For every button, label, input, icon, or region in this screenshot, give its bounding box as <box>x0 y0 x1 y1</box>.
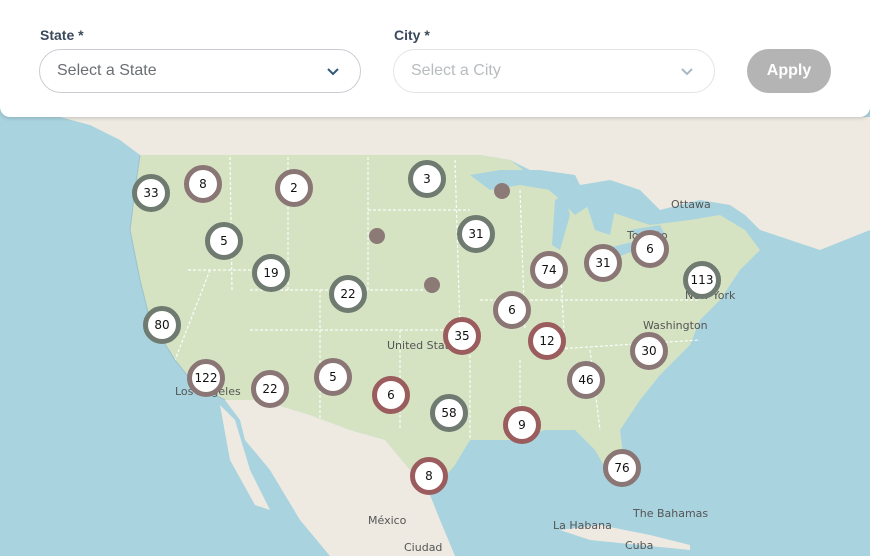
cluster-marker[interactable]: 22 <box>251 370 289 408</box>
cluster-marker[interactable]: 46 <box>567 361 605 399</box>
cluster-marker[interactable]: 8 <box>184 165 222 203</box>
map-label-ciudad: Ciudad <box>404 541 443 554</box>
chevron-down-icon <box>681 68 693 76</box>
cluster-marker[interactable]: 58 <box>430 394 468 432</box>
location-dot[interactable] <box>424 277 440 293</box>
cluster-marker[interactable]: 76 <box>603 449 641 487</box>
cluster-marker[interactable]: 35 <box>443 317 481 355</box>
city-label: City * <box>394 27 430 43</box>
cluster-marker[interactable]: 31 <box>584 244 622 282</box>
city-select-placeholder: Select a City <box>411 62 501 79</box>
state-select[interactable]: Select a State <box>39 49 361 93</box>
cluster-marker[interactable]: 6 <box>493 291 531 329</box>
map-label-cuba: Cuba <box>625 539 654 552</box>
cluster-marker[interactable]: 3 <box>408 160 446 198</box>
cluster-marker[interactable]: 8 <box>410 457 448 495</box>
cluster-marker[interactable]: 2 <box>275 169 313 207</box>
location-dot[interactable] <box>369 228 385 244</box>
cluster-marker[interactable]: 74 <box>530 251 568 289</box>
cluster-marker[interactable]: 6 <box>631 230 669 268</box>
state-select-placeholder: Select a State <box>57 62 157 79</box>
location-filter-panel: State * Select a State City * Select a C… <box>0 0 870 117</box>
cluster-marker[interactable]: 80 <box>143 306 181 344</box>
cluster-marker[interactable]: 19 <box>252 254 290 292</box>
cluster-marker[interactable]: 9 <box>503 406 541 444</box>
cluster-marker[interactable]: 5 <box>314 358 352 396</box>
cluster-marker[interactable]: 5 <box>205 222 243 260</box>
cluster-marker[interactable]: 6 <box>372 376 410 414</box>
cluster-marker[interactable]: 22 <box>329 275 367 313</box>
state-label: State * <box>40 27 84 43</box>
map-label-ottawa: Ottawa <box>671 198 711 211</box>
cluster-marker[interactable]: 30 <box>630 332 668 370</box>
city-select[interactable]: Select a City <box>393 49 715 93</box>
location-dot[interactable] <box>494 183 510 199</box>
cluster-marker[interactable]: 33 <box>132 174 170 212</box>
map-label-mexico: México <box>368 514 407 527</box>
chevron-down-icon <box>327 68 339 76</box>
map-label-washington: Washington <box>643 319 708 332</box>
map-label-la-habana: La Habana <box>553 519 612 532</box>
apply-button[interactable]: Apply <box>747 49 831 93</box>
cluster-marker[interactable]: 31 <box>457 215 495 253</box>
cluster-marker[interactable]: 12 <box>528 322 566 360</box>
cluster-marker[interactable]: 113 <box>683 261 721 299</box>
map-label-bahamas: The Bahamas <box>633 507 709 520</box>
cluster-marker[interactable]: 122 <box>187 359 225 397</box>
